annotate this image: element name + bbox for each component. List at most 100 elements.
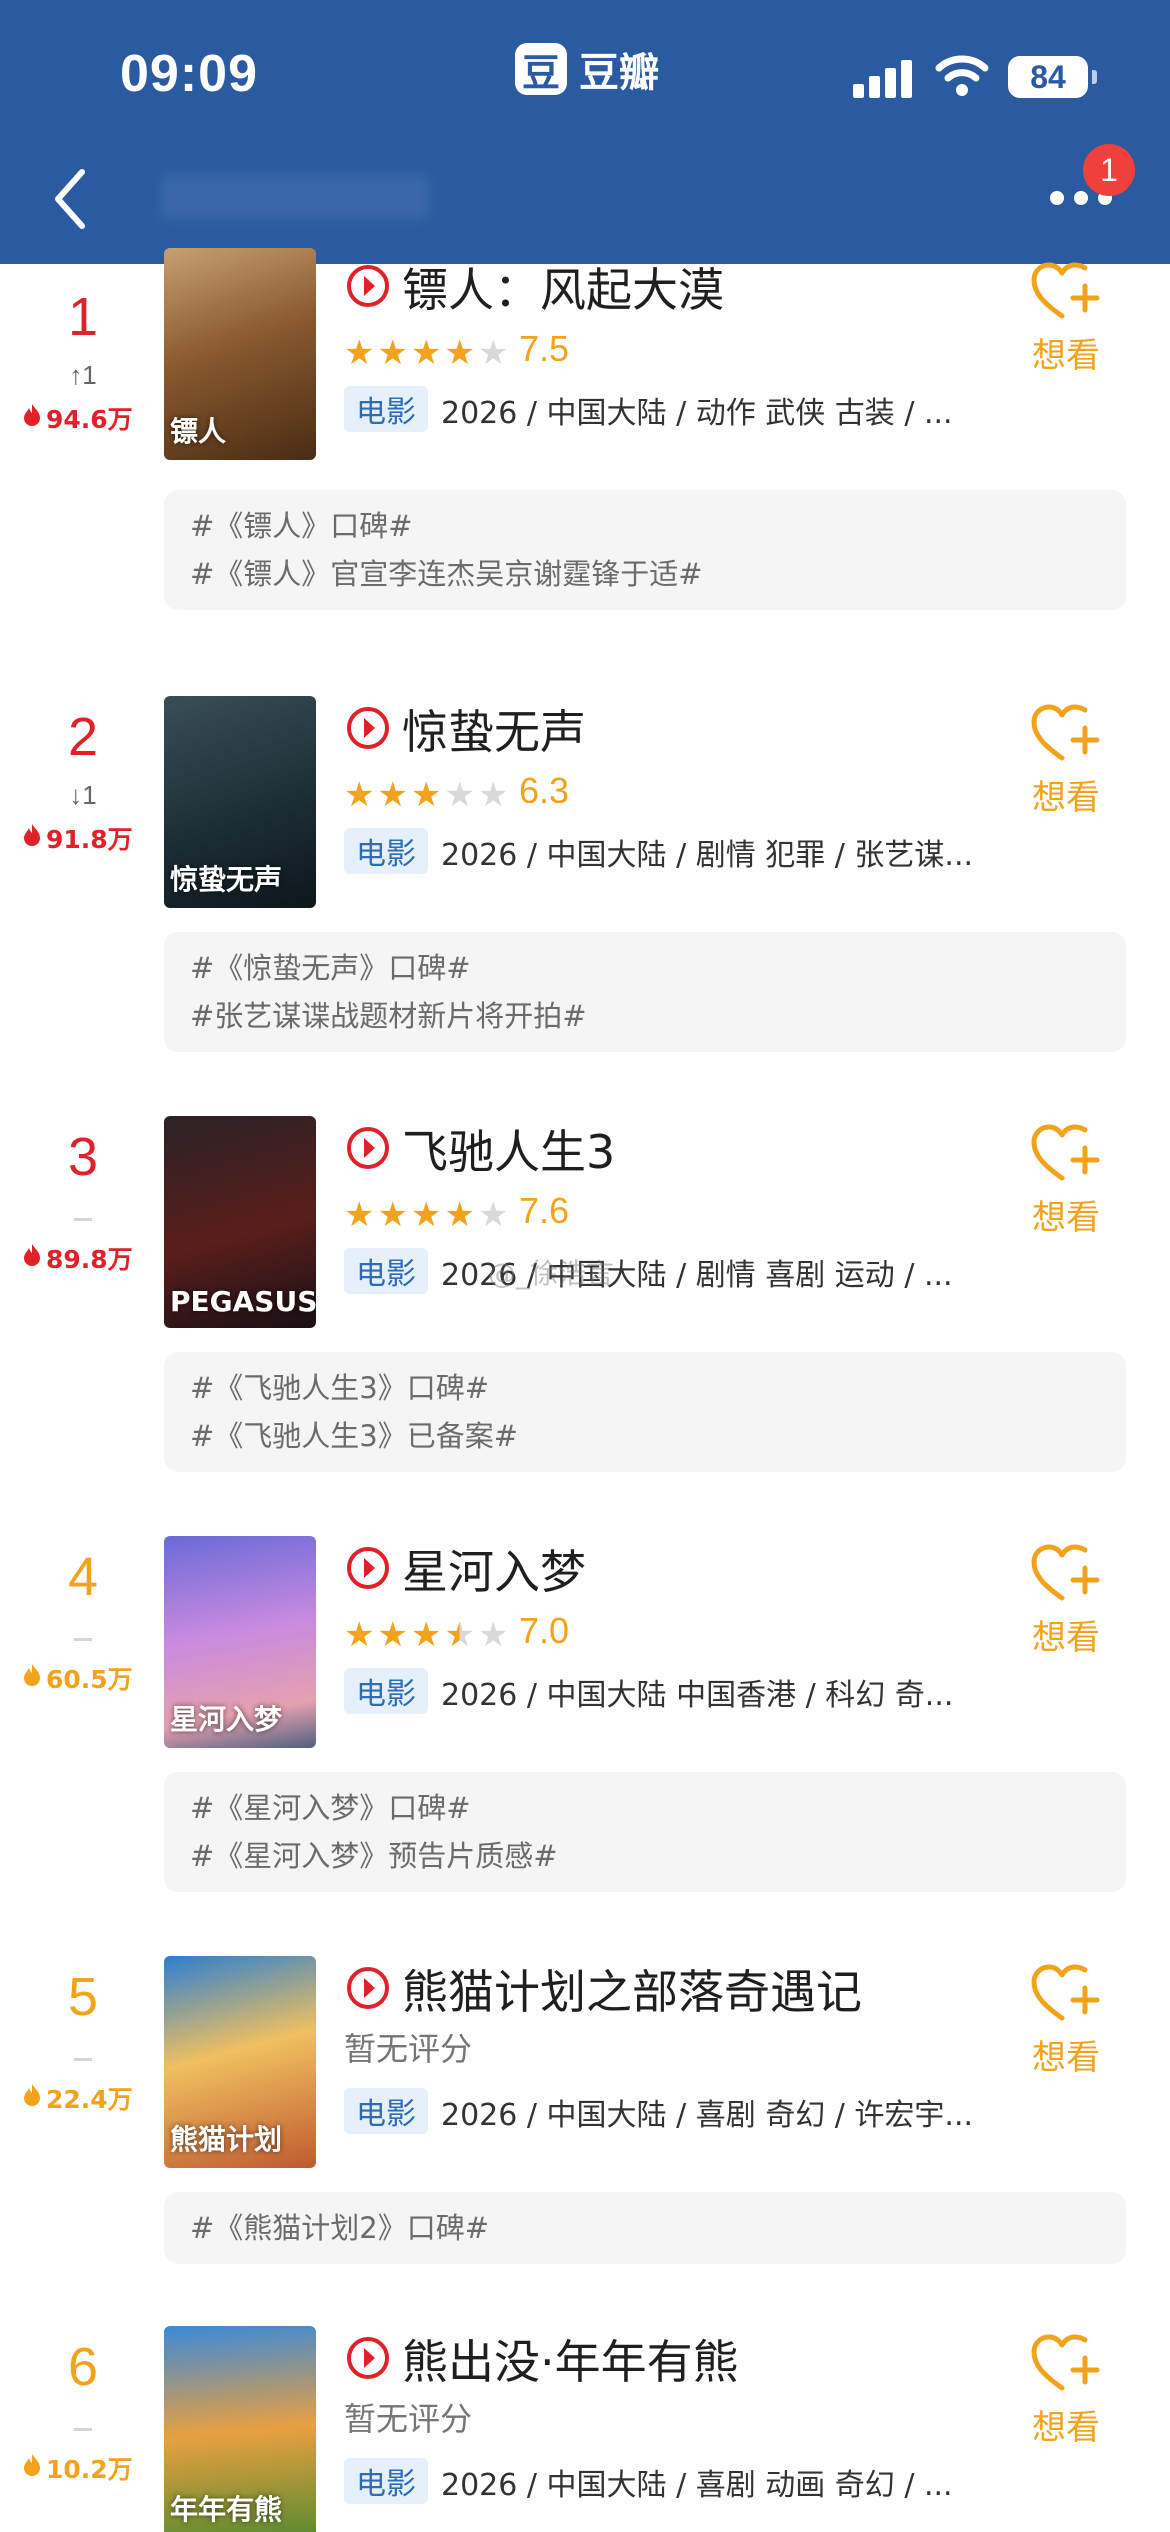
movie-title[interactable]: 镖人：风起大漠 [402, 254, 724, 320]
star-full-icon: ★ [344, 1195, 375, 1235]
want-to-watch-button[interactable]: 想看 [1016, 1542, 1116, 1659]
star-full-icon: ★ [377, 333, 408, 373]
movie-poster[interactable]: 年年有熊 [164, 2326, 316, 2532]
douban-mark-icon [347, 1967, 389, 2009]
rating-stars: ★ ★ ★ ★ ★ [344, 1616, 508, 1654]
notification-badge: 1 [1083, 144, 1135, 196]
cellular-signal-icon [853, 58, 913, 98]
poster-title: 年年有熊 [170, 2493, 283, 2526]
heart-plus-icon [1031, 704, 1100, 761]
movie-title[interactable]: 星河入梦 [402, 1536, 586, 1602]
want-to-watch-button[interactable]: 想看 [1016, 1962, 1116, 2079]
douban-logo-icon: 豆 [515, 43, 567, 95]
star-full-icon: ★ [410, 1615, 442, 1655]
movie-type-tag: 电影 [344, 828, 428, 874]
heat-value: 91.8万 [46, 825, 133, 854]
no-rating-text: 暂无评分 [344, 2400, 473, 2438]
flame-icon [22, 823, 42, 853]
top-bar: 09:09 豆 豆瓣 84 1 [0, 0, 1170, 264]
rank-unchanged-dash [74, 2058, 92, 2061]
topic-tag[interactable]: #《镖人》官宣李连杰吴京谢霆锋于适# [190, 550, 1100, 598]
heat-count: 91.8万 [22, 820, 152, 856]
star-full-icon: ★ [377, 1195, 408, 1235]
want-to-watch-button[interactable]: 想看 [1016, 260, 1116, 377]
flame-icon [22, 1663, 42, 1693]
topic-tag[interactable]: #《飞驰人生3》口碑# [190, 1364, 1100, 1412]
movie-meta: 2026 / 中国大陆 中国香港 / 科幻 奇... [441, 1678, 954, 1713]
rank-number: 3 [67, 1127, 99, 1187]
heat-count: 94.6万 [22, 400, 152, 436]
want-label: 想看 [1032, 778, 1100, 818]
movie-type-tag: 电影 [344, 386, 428, 432]
topic-tag[interactable]: #《星河入梦》口碑# [190, 1784, 1100, 1832]
star-full-icon: ★ [344, 775, 375, 815]
star-empty-icon: ★ [444, 775, 475, 815]
topic-box: #《星河入梦》口碑# #《星河入梦》预告片质感# [164, 1772, 1126, 1892]
topic-box: #《惊蛰无声》口碑# #张艺谋谍战题材新片将开拍# [164, 932, 1126, 1052]
want-label: 想看 [1032, 1198, 1100, 1238]
topic-tag[interactable]: #张艺谋谍战题材新片将开拍# [190, 992, 1100, 1040]
want-label: 想看 [1032, 2038, 1100, 2078]
rank-unchanged-dash [74, 1218, 92, 1221]
app-brand: 豆 豆瓣 [515, 40, 659, 98]
rank-unchanged-dash [74, 1638, 92, 1641]
movie-poster[interactable]: 惊蛰无声 [164, 696, 316, 908]
movie-poster[interactable]: 镖人 [164, 248, 316, 460]
heat-value: 22.4万 [46, 2085, 133, 2114]
star-full-icon: ★ [344, 1615, 375, 1655]
movie-title[interactable]: 熊出没·年年有熊 [402, 2326, 739, 2392]
rank-unchanged-dash [74, 2428, 92, 2431]
topic-tag[interactable]: #《星河入梦》预告片质感# [190, 1832, 1100, 1880]
movie-title[interactable]: 飞驰人生3 [402, 1116, 615, 1182]
topic-tag[interactable]: #《惊蛰无声》口碑# [190, 944, 1100, 992]
want-to-watch-button[interactable]: 想看 [1016, 702, 1116, 819]
topic-tag[interactable]: #《飞驰人生3》已备案# [190, 1412, 1100, 1460]
topic-box: #《熊猫计划2》口碑# [164, 2192, 1126, 2264]
battery-indicator: 84 [1008, 56, 1097, 98]
heart-plus-icon [1031, 2334, 1100, 2391]
poster-title: 镖人 [170, 415, 227, 448]
rating-score: 7.5 [519, 328, 570, 369]
topic-tag[interactable]: #《镖人》口碑# [190, 502, 1100, 550]
movie-poster[interactable]: 熊猫计划 [164, 1956, 316, 2168]
wifi-icon [935, 55, 989, 96]
douban-mark-icon [347, 1127, 389, 1169]
flame-icon [22, 403, 42, 433]
movie-type-tag: 电影 [344, 1248, 428, 1294]
star-empty-icon: ★ [477, 1615, 509, 1655]
heart-plus-icon [1031, 1124, 1100, 1181]
movie-meta: 2026 / 中国大陆 / 喜剧 奇幻 / 许宏宇... [441, 2098, 974, 2133]
watermark: @_徐浩言 [488, 1257, 615, 1290]
star-full-icon: ★ [410, 775, 442, 815]
flame-icon [22, 2453, 42, 2483]
star-empty-icon: ★ [477, 1195, 509, 1235]
heat-value: 60.5万 [46, 1665, 133, 1694]
movie-poster[interactable]: 星河入梦 [164, 1536, 316, 1748]
star-full-icon: ★ [410, 333, 442, 373]
want-label: 想看 [1032, 336, 1100, 376]
topic-box: #《镖人》口碑# #《镖人》官宣李连杰吴京谢霆锋于适# [164, 490, 1126, 610]
star-full-icon: ★ [344, 333, 375, 373]
star-full-icon: ★ [444, 1195, 475, 1235]
star-full-icon: ★ [410, 1195, 442, 1235]
blurred-page-title [160, 175, 430, 219]
rank-number: 6 [67, 2337, 99, 2397]
movie-type-tag: 电影 [344, 1668, 428, 1714]
topic-box: #《飞驰人生3》口碑# #《飞驰人生3》已备案# [164, 1352, 1126, 1472]
movie-title[interactable]: 惊蛰无声 [402, 696, 586, 762]
want-to-watch-button[interactable]: 想看 [1016, 1122, 1116, 1239]
heat-count: 10.2万 [22, 2450, 152, 2486]
rank-number: 1 [67, 287, 99, 347]
want-to-watch-button[interactable]: 想看 [1016, 2332, 1116, 2449]
movie-poster[interactable]: PEGASUS 3 [164, 1116, 316, 1328]
status-time: 09:09 [120, 45, 258, 103]
back-chevron-icon[interactable] [44, 164, 104, 234]
star-full-icon: ★ [377, 1615, 408, 1655]
star-full-icon: ★ [444, 333, 475, 373]
heat-value: 89.8万 [46, 1245, 133, 1274]
movie-title[interactable]: 熊猫计划之部落奇遇记 [402, 1956, 862, 2022]
topic-tag[interactable]: #《熊猫计划2》口碑# [190, 2204, 1100, 2252]
flame-icon [22, 2083, 42, 2113]
movie-meta: 2026 / 中国大陆 / 喜剧 动画 奇幻 / ... [441, 2468, 953, 2503]
want-label: 想看 [1032, 2408, 1100, 2448]
